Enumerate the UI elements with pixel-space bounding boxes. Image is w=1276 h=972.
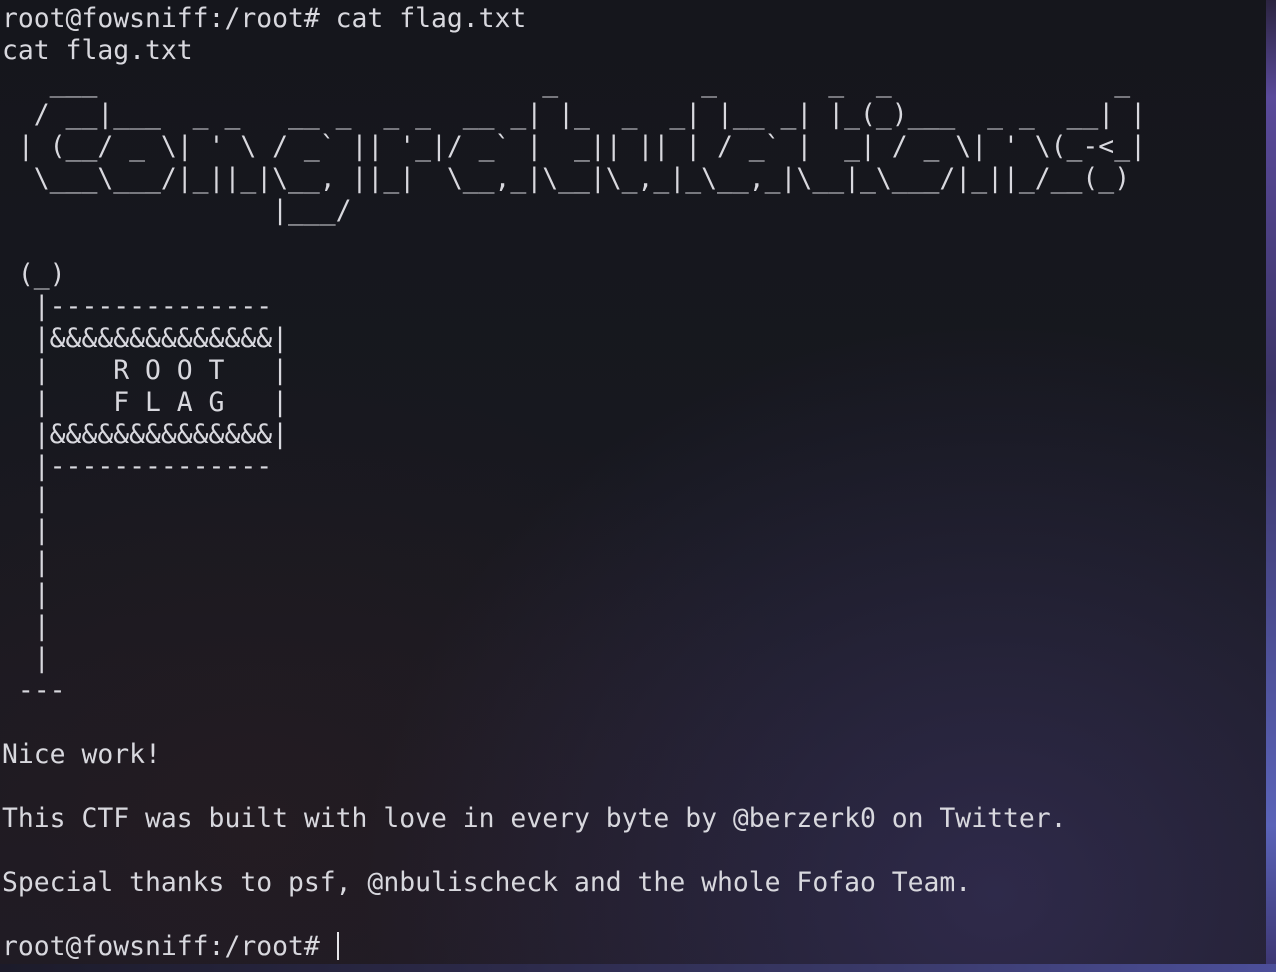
flag-art-line: |&&&&&&&&&&&&&&| xyxy=(2,323,288,354)
command-prompt-current[interactable]: root@fowsniff:/root# xyxy=(2,931,336,963)
success-message: Nice work! xyxy=(2,739,161,770)
flag-art-line: --- xyxy=(2,675,66,706)
credits-line: This CTF was built with love in every by… xyxy=(2,803,1067,834)
banner-line: \___\___/|_||_|\__, ||_| \__,_|\__|\_,_|… xyxy=(2,163,1131,194)
command-prompt-line: root@fowsniff:/root# cat flag.txt xyxy=(2,3,527,34)
flag-art-line: | xyxy=(2,611,50,642)
desktop-wallpaper-edge xyxy=(1266,0,1276,972)
flag-art-line: | xyxy=(2,579,50,610)
flag-art-line: | xyxy=(2,547,50,578)
desktop: root@fowsniff:/root# cat flag.txt cat fl… xyxy=(0,0,1276,972)
banner-line: | (__/ _ \| ' \ / _` || '_|/ _` | _|| ||… xyxy=(2,131,1146,162)
thanks-line: Special thanks to psf, @nbulischeck and … xyxy=(2,867,972,898)
terminal-window[interactable]: root@fowsniff:/root# cat flag.txt cat fl… xyxy=(0,0,1266,964)
flag-art-line: |-------------- xyxy=(2,291,273,322)
command-echo-line: cat flag.txt xyxy=(2,35,193,66)
banner-line: |___/ xyxy=(2,195,1146,226)
banner-line: / __|___ _ _ __ _ _ _ __ _| |_ _ _| |__ … xyxy=(2,99,1146,130)
flag-art-line: |-------------- xyxy=(2,451,273,482)
flag-art-line: | xyxy=(2,515,50,546)
text-cursor xyxy=(337,932,339,960)
desktop-wallpaper-bottom xyxy=(0,964,1276,972)
flag-art-line: | F L A G | xyxy=(2,387,288,418)
flag-art-line: | xyxy=(2,483,50,514)
banner-line: ___ _ _ _ _ _ xyxy=(2,67,1146,98)
flag-art-line: |&&&&&&&&&&&&&&| xyxy=(2,419,288,450)
flag-art-line: | R O O T | xyxy=(2,355,288,386)
flag-art-line: | xyxy=(2,643,50,674)
flag-art-line: (_) xyxy=(2,259,66,290)
